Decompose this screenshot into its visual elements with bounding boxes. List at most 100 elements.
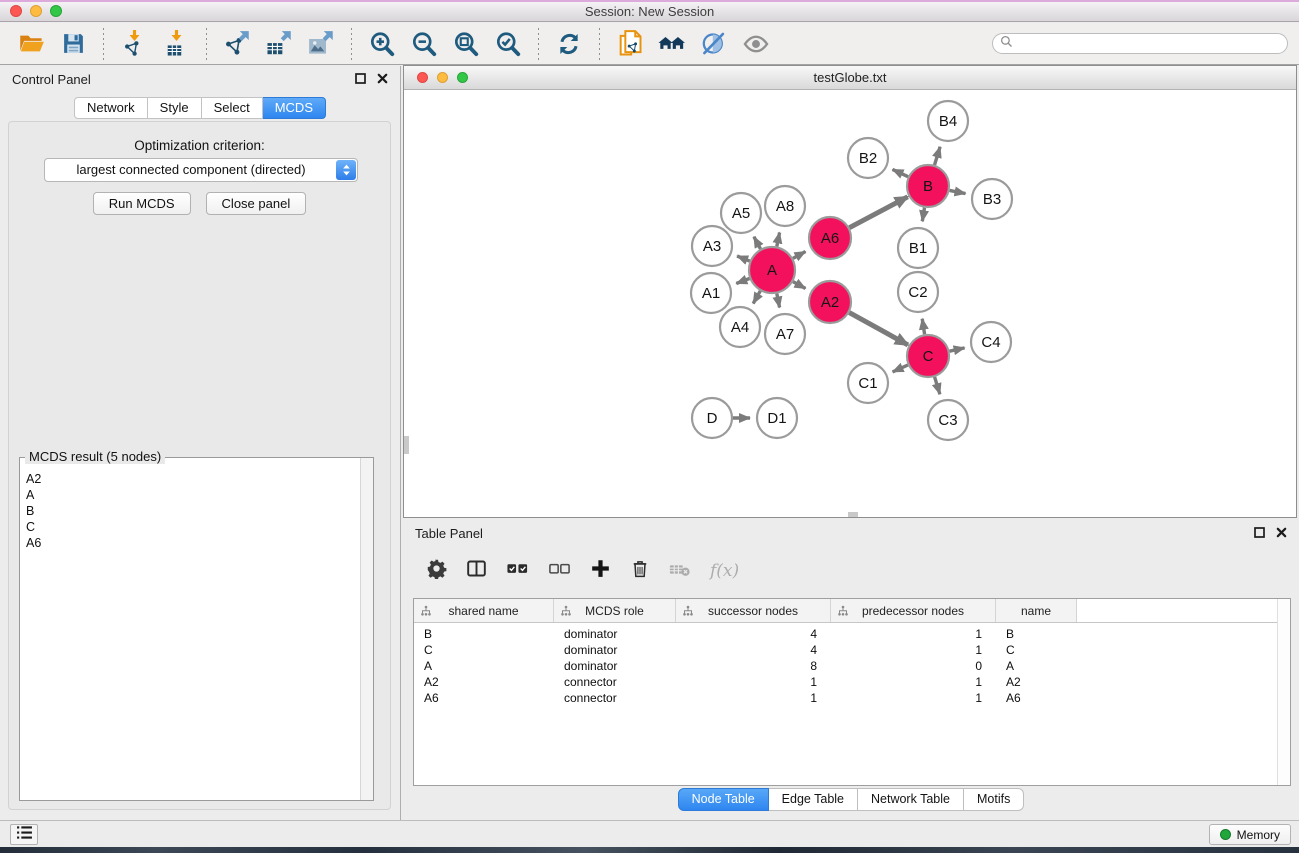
zoom-in-button[interactable] [367, 29, 397, 59]
node-A8[interactable]: A8 [765, 186, 805, 226]
result-item[interactable]: C [26, 519, 359, 535]
edge-B-B2[interactable] [893, 169, 909, 176]
search-field[interactable] [992, 33, 1288, 54]
float-table-panel-icon[interactable] [1254, 527, 1265, 538]
node-D1[interactable]: D1 [757, 398, 797, 438]
node-B2[interactable]: B2 [848, 138, 888, 178]
edge-A-A3[interactable] [737, 256, 750, 261]
node-B4[interactable]: B4 [928, 101, 968, 141]
tab-motifs[interactable]: Motifs [964, 788, 1024, 811]
node-A1[interactable]: A1 [691, 273, 731, 313]
network-window-titlebar[interactable]: testGlobe.txt [404, 66, 1296, 90]
edge-A-A2[interactable] [793, 282, 806, 289]
edge-A2-C[interactable] [849, 313, 908, 345]
column-header-name[interactable]: name [996, 599, 1077, 622]
node-A3[interactable]: A3 [692, 226, 732, 266]
edge-C-C1[interactable] [893, 365, 908, 372]
import-table-button[interactable] [161, 29, 191, 59]
search-input[interactable] [1017, 36, 1287, 52]
network-document-button[interactable] [615, 29, 645, 59]
node-C4[interactable]: C4 [971, 322, 1011, 362]
result-scrollbar[interactable] [360, 458, 373, 800]
edge-B-B3[interactable] [950, 190, 966, 193]
edge-A-A1[interactable] [736, 279, 749, 284]
hide-panel-button[interactable] [699, 29, 729, 59]
tab-style[interactable]: Style [148, 97, 202, 119]
node-A6[interactable]: A6 [809, 217, 851, 259]
columns-button[interactable] [466, 558, 487, 584]
node-B[interactable]: B [907, 165, 949, 207]
export-table-button[interactable] [264, 29, 294, 59]
cell-shared-name[interactable]: A6 [414, 691, 554, 705]
export-image-button[interactable] [306, 29, 336, 59]
edge-A-A7[interactable] [777, 294, 780, 308]
column-header-successor-nodes[interactable]: successor nodes [676, 599, 831, 622]
cell-predecessor-nodes[interactable]: 1 [831, 675, 996, 689]
edge-C-C3[interactable] [935, 377, 940, 394]
cell-successor-nodes[interactable]: 8 [676, 659, 831, 673]
refresh-button[interactable] [554, 29, 584, 59]
cell-shared-name[interactable]: A [414, 659, 554, 673]
tab-mcds[interactable]: MCDS [263, 97, 326, 119]
zoom-fit-button[interactable] [451, 29, 481, 59]
table-row[interactable]: Cdominator41C [414, 642, 1290, 658]
node-B3[interactable]: B3 [972, 179, 1012, 219]
network-canvas[interactable]: AA1A2A3A4A5A6A7A8BB1B2B3B4CC1C2C3C4DD1 [404, 91, 1296, 517]
tab-network-table[interactable]: Network Table [858, 788, 964, 811]
cell-MCDS-role[interactable]: dominator [554, 627, 676, 641]
result-item[interactable]: A2 [26, 471, 359, 487]
add-button[interactable] [590, 558, 611, 584]
zoom-out-button[interactable] [409, 29, 439, 59]
table-row[interactable]: A6connector11A6 [414, 690, 1290, 706]
tab-select[interactable]: Select [202, 97, 263, 119]
result-item[interactable]: A [26, 487, 359, 503]
cell-MCDS-role[interactable]: dominator [554, 659, 676, 673]
result-item[interactable]: B [26, 503, 359, 519]
cell-successor-nodes[interactable]: 1 [676, 691, 831, 705]
column-header-MCDS-role[interactable]: MCDS role [554, 599, 676, 622]
save-button[interactable] [58, 29, 88, 59]
node-A5[interactable]: A5 [721, 193, 761, 233]
task-history-button[interactable] [10, 824, 38, 845]
edge-B-B1[interactable] [922, 208, 924, 222]
cell-MCDS-role[interactable]: dominator [554, 643, 676, 657]
tab-edge-table[interactable]: Edge Table [769, 788, 858, 811]
cell-name[interactable]: A2 [996, 675, 1077, 689]
node-C2[interactable]: C2 [898, 272, 938, 312]
table-row[interactable]: Bdominator41B [414, 626, 1290, 642]
edge-A6-B[interactable] [849, 197, 907, 228]
import-network-button[interactable] [119, 29, 149, 59]
select-all-button[interactable] [506, 557, 529, 585]
edge-A-A8[interactable] [777, 233, 780, 247]
close-panel-button[interactable]: Close panel [206, 192, 307, 215]
node-C1[interactable]: C1 [848, 363, 888, 403]
cell-name[interactable]: C [996, 643, 1077, 657]
close-panel-icon[interactable] [377, 73, 388, 84]
cell-predecessor-nodes[interactable]: 1 [831, 643, 996, 657]
cell-shared-name[interactable]: A2 [414, 675, 554, 689]
edge-C-C4[interactable] [950, 348, 965, 351]
edge-A-A5[interactable] [754, 237, 761, 249]
cell-shared-name[interactable]: B [414, 627, 554, 641]
cell-name[interactable]: A [996, 659, 1077, 673]
node-C3[interactable]: C3 [928, 400, 968, 440]
node-A[interactable]: A [749, 247, 795, 293]
node-C[interactable]: C [907, 335, 949, 377]
eye-button[interactable] [741, 29, 771, 59]
cell-name[interactable]: B [996, 627, 1077, 641]
cell-name[interactable]: A6 [996, 691, 1077, 705]
edge-A-A4[interactable] [753, 291, 760, 304]
node-A2[interactable]: A2 [809, 281, 851, 323]
criterion-dropdown[interactable]: largest connected component (directed) [44, 158, 358, 182]
cell-successor-nodes[interactable]: 4 [676, 627, 831, 641]
canvas-vscroll-thumb[interactable] [404, 436, 409, 454]
run-mcds-button[interactable]: Run MCDS [93, 192, 191, 215]
cell-MCDS-role[interactable]: connector [554, 675, 676, 689]
delete-button[interactable] [630, 558, 650, 584]
tab-node-table[interactable]: Node Table [678, 788, 769, 811]
table-row[interactable]: Adominator80A [414, 658, 1290, 674]
cell-successor-nodes[interactable]: 1 [676, 675, 831, 689]
node-A7[interactable]: A7 [765, 314, 805, 354]
float-panel-icon[interactable] [355, 73, 366, 84]
table-row[interactable]: A2connector11A2 [414, 674, 1290, 690]
